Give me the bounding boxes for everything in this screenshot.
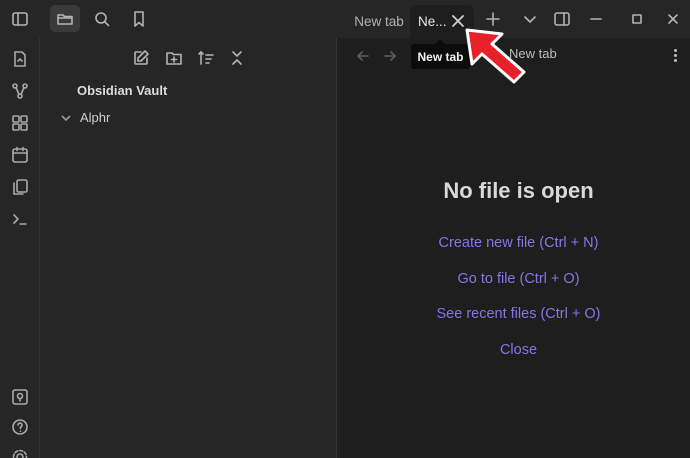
new-folder-icon[interactable]: [163, 47, 185, 69]
bookmark-icon[interactable]: [124, 5, 154, 32]
sort-icon[interactable]: [195, 47, 217, 69]
daily-note-icon[interactable]: [9, 144, 31, 166]
vault-switcher-icon[interactable]: [9, 386, 31, 408]
new-note-icon[interactable]: [130, 47, 152, 69]
tab-new-tab-1[interactable]: New tab: [348, 5, 410, 38]
folder-item[interactable]: Alphr: [60, 110, 110, 125]
forward-arrow-icon[interactable]: [380, 46, 400, 66]
empty-state-heading: No file is open: [443, 178, 594, 203]
collapse-all-icon[interactable]: [226, 47, 248, 69]
chevron-down-icon: [61, 114, 71, 121]
files-icon[interactable]: [50, 5, 80, 32]
canvas-icon[interactable]: [9, 112, 31, 134]
left-ribbon: [0, 38, 40, 458]
main-pane: New tab No file is open Create new file …: [337, 38, 690, 458]
see-recent-files-link[interactable]: See recent files (Ctrl + O): [337, 306, 690, 322]
graph-view-icon[interactable]: [9, 80, 31, 102]
minimize-icon[interactable]: [581, 5, 611, 32]
title-bar: New tab Ne...: [0, 0, 690, 38]
sidebar-toggle-icon[interactable]: [5, 5, 35, 32]
close-link[interactable]: Close: [337, 342, 690, 358]
vault-name[interactable]: Obsidian Vault: [77, 83, 167, 98]
folder-label: Alphr: [80, 110, 111, 125]
annotation-arrow-icon: [465, 28, 526, 84]
tab-label: New tab: [354, 14, 404, 29]
help-icon[interactable]: [9, 416, 31, 438]
right-sidebar-icon[interactable]: [547, 5, 577, 32]
command-palette-icon[interactable]: [9, 208, 31, 230]
go-to-file-link[interactable]: Go to file (Ctrl + O): [337, 271, 690, 287]
file-explorer: Obsidian Vault Alphr: [40, 38, 337, 458]
settings-icon[interactable]: [9, 446, 31, 458]
search-icon[interactable]: [87, 5, 117, 32]
switcher-icon[interactable]: [9, 48, 31, 70]
back-arrow-icon[interactable]: [353, 46, 373, 66]
more-options-icon[interactable]: [670, 47, 680, 65]
create-new-file-link[interactable]: Create new file (Ctrl + N): [337, 235, 690, 251]
close-window-icon[interactable]: [658, 5, 688, 32]
maximize-icon[interactable]: [622, 5, 652, 32]
tab-label: Ne...: [418, 14, 446, 29]
templates-icon[interactable]: [9, 176, 31, 198]
